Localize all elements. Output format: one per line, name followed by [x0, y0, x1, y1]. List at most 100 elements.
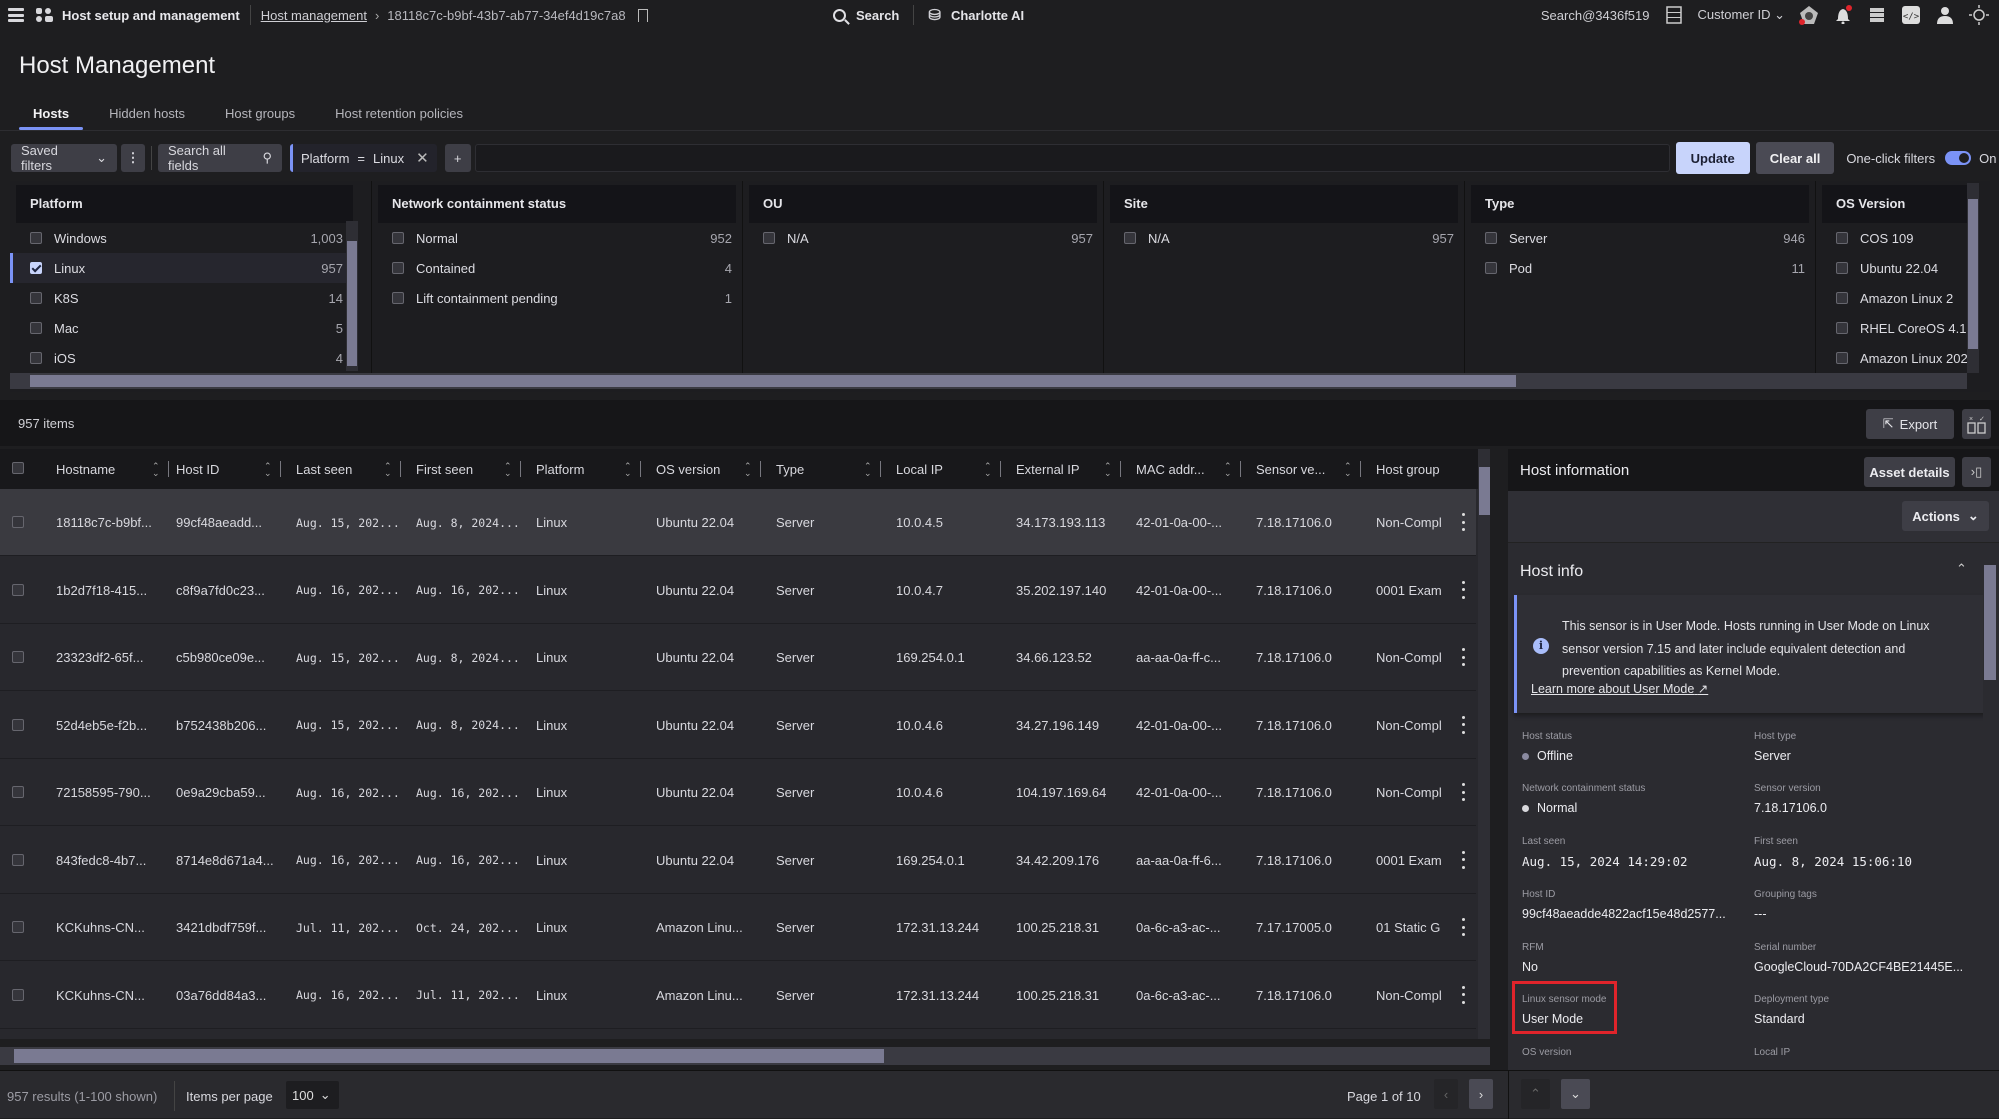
update-button[interactable]: Update [1675, 142, 1750, 174]
facet-item[interactable]: Windows 1,003 [10, 223, 353, 253]
column-resize-handle[interactable] [168, 461, 169, 477]
row-actions-icon[interactable] [1462, 918, 1466, 936]
table-row[interactable]: 23323df2-65f... c5b980ce09e... Aug. 15, 20… [0, 624, 1476, 691]
checkbox[interactable] [30, 322, 42, 334]
table-horizontal-scrollbar[interactable] [0, 1047, 1490, 1065]
column-header[interactable]: Host ID ⌃ ⌄ [176, 449, 296, 489]
server-icon[interactable] [1664, 5, 1684, 25]
saved-filters-dropdown[interactable]: Saved filters ⌄ [11, 143, 117, 173]
sort-icon[interactable]: ⌃ ⌄ [264, 462, 272, 478]
row-actions-icon[interactable] [1462, 715, 1466, 734]
export-button[interactable]: ⇱ Export [1866, 409, 1954, 439]
row-checkbox[interactable] [12, 516, 24, 528]
facet-item[interactable]: K8S 14 [10, 283, 353, 313]
row-checkbox[interactable] [12, 921, 24, 933]
checkbox[interactable] [30, 292, 42, 304]
column-header[interactable]: Last seen ⌃ ⌄ [296, 449, 416, 489]
filter-chip-platform[interactable]: Platform = Linux ✕ [290, 144, 437, 172]
row-actions-icon[interactable] [1462, 850, 1466, 869]
sort-icon[interactable]: ⌃ ⌄ [1224, 462, 1232, 478]
collapse-panel-button[interactable]: ›▯ [1962, 457, 1991, 487]
asset-details-button[interactable]: Asset details [1864, 457, 1955, 487]
column-header[interactable]: First seen ⌃ ⌄ [416, 449, 536, 489]
checkbox[interactable] [1836, 292, 1848, 304]
bell-icon[interactable] [1833, 5, 1853, 25]
sort-icon[interactable]: ⌃ ⌄ [152, 462, 160, 478]
column-resize-handle[interactable] [280, 461, 281, 477]
messages-icon[interactable] [1867, 5, 1887, 25]
chevron-up-icon[interactable]: ⌃ [1956, 561, 1967, 577]
facet-item[interactable]: Pod 11 [1465, 253, 1815, 283]
checkbox[interactable] [1836, 232, 1848, 244]
column-header[interactable]: MAC addr... ⌃ ⌄ [1136, 449, 1256, 489]
facet-item[interactable]: N/A 957 [1104, 223, 1464, 253]
breadcrumb-host-management[interactable]: Host management [261, 8, 367, 23]
facet-item[interactable]: Normal 952 [372, 223, 742, 253]
row-actions-icon[interactable] [1462, 648, 1466, 666]
column-header[interactable]: Sensor ve... ⌃ ⌄ [1256, 449, 1376, 489]
close-icon[interactable]: ✕ [416, 149, 429, 167]
row-actions-icon[interactable] [1462, 580, 1466, 599]
checkbox[interactable] [30, 262, 42, 274]
checkbox[interactable] [1124, 232, 1136, 244]
column-resize-handle[interactable] [1120, 461, 1121, 477]
facets-vertical-scrollbar[interactable] [1967, 183, 1979, 373]
column-header[interactable]: Platform ⌃ ⌄ [536, 449, 656, 489]
tab-host-groups[interactable]: Host groups [211, 103, 309, 130]
table-row[interactable]: KCKuhns-CN... 03a76dd84a3... Aug. 16, 202.… [0, 962, 1476, 1029]
tab-hidden-hosts[interactable]: Hidden hosts [95, 103, 199, 130]
previous-host-button[interactable]: ⌃ [1521, 1079, 1550, 1109]
column-header[interactable]: External IP ⌃ ⌄ [1016, 449, 1136, 489]
customer-id-dropdown[interactable]: Customer ID ⌄ [1698, 7, 1786, 23]
column-resize-handle[interactable] [880, 461, 881, 477]
column-resize-handle[interactable] [760, 461, 761, 477]
table-cell[interactable]: 1b2d7f18-415... [56, 557, 176, 624]
sort-icon[interactable]: ⌃ ⌄ [624, 462, 632, 478]
checkbox[interactable] [1836, 262, 1848, 274]
row-actions-icon[interactable] [1462, 985, 1466, 1004]
sort-icon[interactable]: ⌃ ⌄ [1344, 462, 1352, 478]
checkbox[interactable] [763, 232, 775, 244]
table-cell[interactable]: KCKuhns-CN... [56, 962, 176, 1029]
checkbox[interactable] [392, 232, 404, 244]
menu-icon[interactable] [8, 8, 24, 22]
facet-item[interactable]: N/A 957 [743, 223, 1103, 253]
user-search-label[interactable]: Search@3436f519 [1541, 8, 1650, 23]
checkbox[interactable] [1485, 262, 1497, 274]
facet-item[interactable]: Ubuntu 22.04 [1816, 253, 1976, 283]
row-checkbox[interactable] [12, 786, 24, 798]
tab-host-retention-policies[interactable]: Host retention policies [321, 103, 477, 130]
checkbox[interactable] [392, 262, 404, 274]
row-actions-icon[interactable] [1462, 513, 1466, 531]
column-resize-handle[interactable] [520, 461, 521, 477]
row-checkbox[interactable] [12, 583, 24, 596]
column-header[interactable]: OS version ⌃ ⌄ [656, 449, 776, 489]
facet-item[interactable]: Server 946 [1465, 223, 1815, 253]
row-checkbox[interactable] [12, 718, 24, 731]
sort-icon[interactable]: ⌃ ⌄ [1104, 462, 1112, 478]
search-all-fields-button[interactable]: Search all fields ⚲ [158, 143, 282, 173]
table-vertical-scrollbar[interactable] [1478, 449, 1490, 1039]
actions-dropdown[interactable]: Actions ⌄ [1902, 501, 1989, 531]
column-header[interactable]: Host group [1376, 449, 1466, 489]
facet-item[interactable]: COS 109 [1816, 223, 1976, 253]
apps-icon[interactable] [36, 8, 53, 22]
sort-icon[interactable]: ⌃ ⌄ [504, 462, 512, 478]
checkbox[interactable] [392, 292, 404, 304]
column-resize-handle[interactable] [1000, 461, 1001, 477]
prev-page-button[interactable]: ‹ [1434, 1079, 1458, 1109]
learn-more-link[interactable]: Learn more about User Mode ↗ [1531, 681, 1708, 696]
table-row[interactable]: 52d4eb5e-f2b... b752438b206... Aug. 15, 20… [0, 692, 1476, 759]
checkbox[interactable] [30, 352, 42, 364]
clear-all-button[interactable]: Clear all [1755, 142, 1835, 174]
more-options-button[interactable]: ⋮ [121, 144, 145, 172]
select-all-checkbox[interactable] [12, 462, 24, 474]
checkbox[interactable] [1485, 232, 1497, 244]
facet-item[interactable]: Amazon Linux 2023 [1816, 343, 1976, 373]
next-host-button[interactable]: ⌄ [1561, 1079, 1590, 1109]
charlotte-ai-button[interactable]: Charlotte AI [951, 8, 1024, 23]
table-cell[interactable]: 18118c7c-b9bf... [56, 489, 176, 556]
table-row[interactable]: 18118c7c-b9bf... 99cf48aeadd... Aug. 15, 2… [0, 489, 1476, 556]
checkbox[interactable] [1836, 352, 1848, 364]
one-click-filters-toggle[interactable] [1945, 151, 1972, 165]
